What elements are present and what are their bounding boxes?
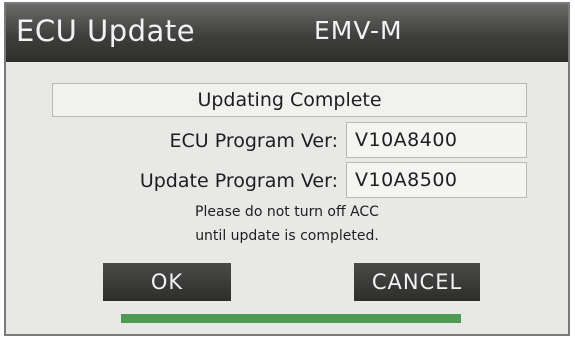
- update-program-version-value: V10A8500: [346, 162, 527, 198]
- update-program-version-label: Update Program Ver:: [139, 170, 338, 192]
- progress-bar: [121, 314, 461, 323]
- notice-text: Please do not turn off ACC until update …: [6, 200, 568, 248]
- dialog-content: Updating Complete ECU Program Ver: V10A8…: [6, 62, 568, 334]
- progress-bar-fill: [121, 314, 461, 323]
- ecu-program-version-value: V10A8400: [346, 122, 527, 158]
- ok-button[interactable]: OK: [103, 263, 231, 301]
- screen: ECU Update EMV-M Updating Complete ECU P…: [0, 0, 575, 339]
- status-message: Updating Complete: [52, 83, 527, 117]
- window-title: ECU Update: [16, 14, 196, 48]
- model-name: EMV-M: [314, 16, 403, 45]
- cancel-button[interactable]: CANCEL: [354, 263, 480, 301]
- notice-line-1: Please do not turn off ACC: [195, 204, 379, 220]
- notice-line-2: until update is completed.: [195, 228, 379, 244]
- title-bar: ECU Update EMV-M: [6, 4, 568, 62]
- ecu-program-version-label: ECU Program Ver:: [169, 130, 338, 152]
- ecu-update-dialog: ECU Update EMV-M Updating Complete ECU P…: [4, 2, 570, 336]
